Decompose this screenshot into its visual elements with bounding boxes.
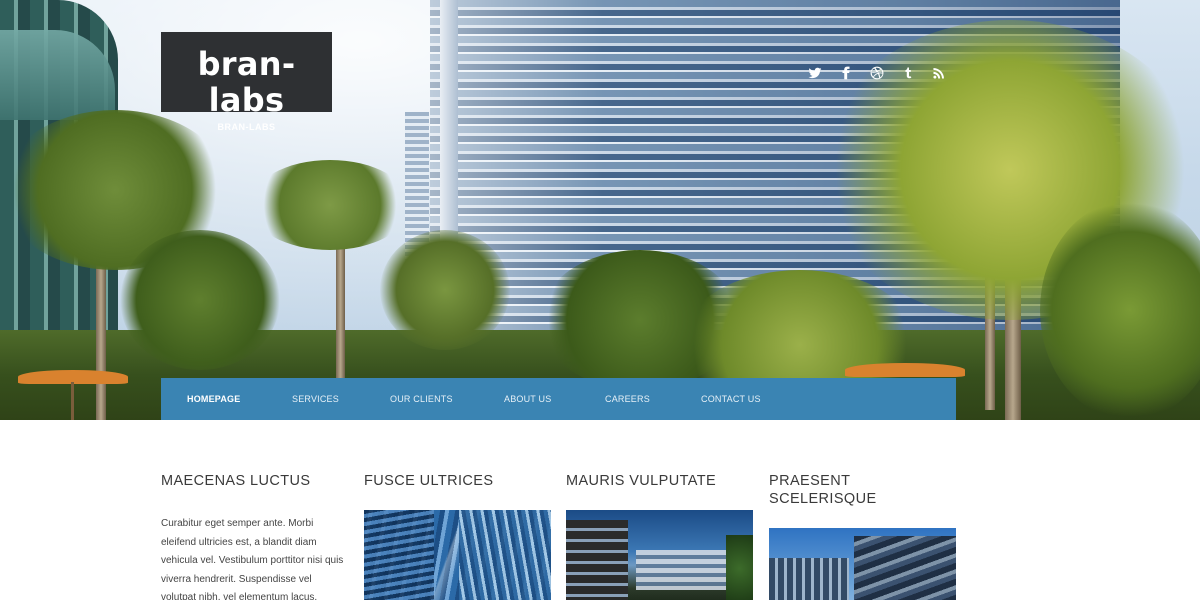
site-logo[interactable]: bran-labs BRAN-LABS (161, 32, 332, 132)
facebook-icon[interactable] (837, 64, 855, 82)
column-heading: FUSCE ULTRICES (364, 473, 494, 489)
nav-item-our-clients[interactable]: OUR CLIENTS (390, 394, 453, 404)
column-image[interactable] (769, 528, 956, 600)
social-links (806, 64, 948, 84)
twitter-icon[interactable] (806, 64, 824, 82)
site-tagline: BRAN-LABS (217, 122, 276, 132)
site-title: bran-labs (197, 45, 296, 119)
column-image[interactable] (566, 510, 753, 600)
column-heading: MAURIS VULPUTATE (566, 473, 717, 489)
tumblr-icon[interactable] (899, 64, 917, 82)
nav-item-careers[interactable]: CAREERS (605, 394, 650, 404)
main-nav: HOMEPAGE SERVICES OUR CLIENTS ABOUT US C… (161, 378, 956, 420)
feature-column: MAECENAS LUCTUS Curabitur eget semper an… (161, 472, 348, 600)
column-text: Curabitur eget semper ante. Morbi eleife… (161, 518, 344, 600)
nav-item-contact-us[interactable]: CONTACT US (701, 394, 761, 404)
feature-column: PRAESENT SCELERISQUE (769, 472, 956, 600)
column-image[interactable] (364, 510, 551, 600)
nav-item-about-us[interactable]: ABOUT US (504, 394, 551, 404)
feature-column: FUSCE ULTRICES (364, 472, 551, 600)
column-heading: PRAESENT SCELERISQUE (769, 473, 877, 507)
dribbble-icon[interactable] (868, 64, 886, 82)
rss-icon[interactable] (930, 64, 948, 82)
column-heading: MAECENAS LUCTUS (161, 473, 311, 489)
feature-column: MAURIS VULPUTATE (566, 472, 753, 600)
nav-item-homepage[interactable]: HOMEPAGE (187, 394, 240, 404)
nav-item-services[interactable]: SERVICES (292, 394, 339, 404)
